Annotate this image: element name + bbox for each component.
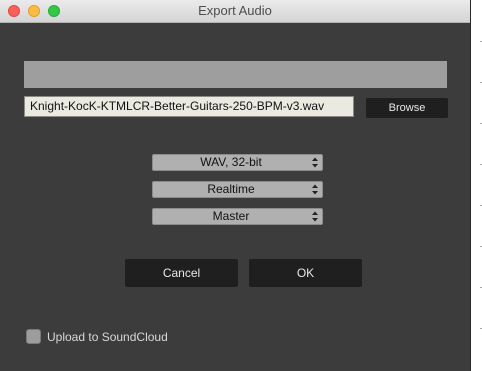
mode-select[interactable]: Realtime: [152, 181, 323, 198]
format-select-value: WAV, 32-bit: [200, 155, 262, 169]
mode-select-value: Realtime: [207, 182, 255, 196]
up-down-arrows-icon: [312, 184, 318, 195]
title-bar[interactable]: Export Audio: [0, 0, 470, 23]
filename-header-bar: [24, 61, 447, 88]
cancel-button[interactable]: Cancel: [125, 259, 238, 287]
background-app-edge: [470, 0, 482, 371]
upload-soundcloud-checkbox[interactable]: [26, 329, 41, 344]
window-title: Export Audio: [198, 3, 272, 18]
up-down-arrows-icon: [312, 157, 318, 168]
export-audio-dialog: Export Audio Knight-KocK-KTMLCR-Better-G…: [0, 0, 471, 371]
source-select-value: Master: [212, 209, 250, 223]
ok-button[interactable]: OK: [249, 259, 362, 287]
source-select[interactable]: Master: [152, 208, 323, 225]
screen: Export Audio Knight-KocK-KTMLCR-Better-G…: [0, 0, 482, 371]
format-select[interactable]: WAV, 32-bit: [152, 154, 323, 171]
file-path-field[interactable]: Knight-KocK-KTMLCR-Better-Guitars-250-BP…: [24, 96, 354, 117]
dialog-content: Knight-KocK-KTMLCR-Better-Guitars-250-BP…: [0, 23, 470, 371]
browse-button[interactable]: Browse: [366, 98, 448, 118]
upload-soundcloud-label[interactable]: Upload to SoundCloud: [47, 329, 168, 345]
up-down-arrows-icon: [312, 211, 318, 222]
